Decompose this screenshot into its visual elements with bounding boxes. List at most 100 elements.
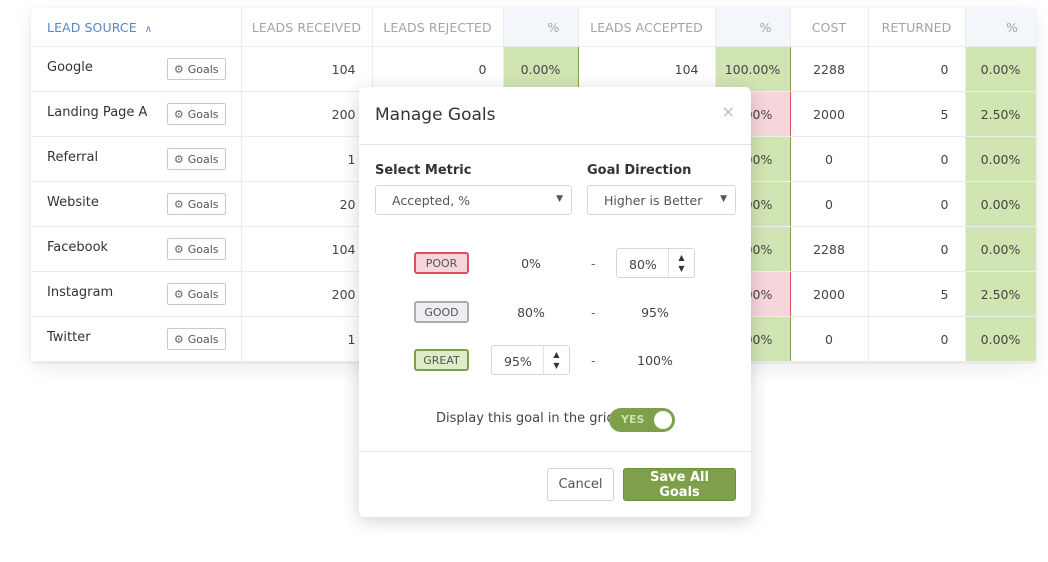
gear-icon: ⚙: [173, 197, 184, 211]
toggle-state-label: YES: [621, 413, 645, 426]
footer-divider: [359, 451, 751, 452]
gear-icon: ⚙: [173, 287, 184, 301]
display-in-grid-label: Display this goal in the grid: [436, 411, 615, 426]
column-header-cost[interactable]: Cost: [789, 8, 869, 47]
chevron-up-icon: ∧: [144, 23, 153, 35]
cell-leads-received: 200: [240, 91, 373, 137]
column-header-rejected-pct[interactable]: %: [502, 8, 579, 47]
select-metric-dropdown[interactable]: Accepted, % ▼: [375, 185, 572, 215]
cell-rejected-pct: 0.00%: [502, 46, 579, 92]
column-header-lead-source[interactable]: Lead Source ∧: [31, 8, 242, 47]
stepper-up-icon[interactable]: ▲: [553, 349, 559, 360]
tier-badge-poor: Poor: [414, 252, 469, 274]
tier-poor-from: 0%: [521, 256, 541, 271]
cell-cost: 2288: [789, 226, 869, 272]
tier-poor-to-stepper[interactable]: 80% ▲ ▼: [616, 248, 695, 278]
close-icon[interactable]: ×: [722, 102, 735, 121]
stepper-down-icon[interactable]: ▼: [553, 360, 559, 371]
cell-returned: 0: [867, 181, 966, 227]
goals-button-label: Goals: [187, 287, 219, 301]
cell-cost: 0: [789, 136, 869, 182]
goal-direction-dropdown[interactable]: Higher is Better ▼: [587, 185, 736, 215]
cell-returned: 5: [867, 271, 966, 317]
cancel-button[interactable]: Cancel: [547, 468, 614, 501]
goals-button-label: Goals: [187, 62, 219, 76]
column-header-accepted-pct[interactable]: %: [714, 8, 791, 47]
goals-button[interactable]: ⚙ Goals: [166, 238, 226, 260]
cell-lead-source: Facebook ⚙ Goals: [31, 226, 242, 272]
gear-icon: ⚙: [173, 332, 184, 346]
gear-icon: ⚙: [173, 107, 184, 121]
column-header-returned[interactable]: Returned: [867, 8, 966, 47]
goal-direction-label: Goal Direction: [587, 163, 692, 178]
cell-returned: 0: [867, 316, 966, 362]
lead-source-name: Website: [47, 195, 99, 210]
tier-badge-great: Great: [414, 349, 469, 371]
tier-great-from-stepper[interactable]: 95% ▲ ▼: [491, 345, 570, 375]
tier-good-to: 95%: [641, 305, 669, 320]
column-header-leads-received[interactable]: Leads Received: [240, 8, 373, 47]
goal-direction-value: Higher is Better: [604, 192, 703, 208]
goals-button-label: Goals: [187, 197, 219, 211]
manage-goals-modal: Manage Goals × Select Metric Accepted, %…: [359, 87, 751, 517]
range-separator: -: [591, 353, 596, 368]
goals-button[interactable]: ⚙ Goals: [166, 283, 226, 305]
cell-returned-pct: 2.50%: [964, 91, 1036, 137]
goals-button[interactable]: ⚙ Goals: [166, 148, 226, 170]
goals-button[interactable]: ⚙ Goals: [166, 193, 226, 215]
goals-button-label: Goals: [187, 332, 219, 346]
dropdown-arrow-icon: ▼: [720, 194, 727, 204]
gear-icon: ⚙: [173, 62, 184, 76]
goals-button-label: Goals: [187, 242, 219, 256]
lead-source-name: Facebook: [47, 240, 109, 255]
goals-button-label: Goals: [187, 107, 219, 121]
cell-lead-source: Twitter ⚙ Goals: [31, 316, 242, 362]
stepper-arrows: ▲ ▼: [668, 249, 694, 277]
stepper-up-icon[interactable]: ▲: [678, 252, 684, 263]
select-metric-value: Accepted, %: [392, 192, 471, 208]
cell-returned: 0: [867, 136, 966, 182]
stepper-arrows: ▲ ▼: [543, 346, 569, 374]
cell-lead-source: Website ⚙ Goals: [31, 181, 242, 227]
stepper-down-icon[interactable]: ▼: [678, 263, 684, 274]
range-separator: -: [591, 256, 596, 271]
gear-icon: ⚙: [173, 152, 184, 166]
save-all-goals-button[interactable]: Save All Goals: [623, 468, 736, 501]
cell-leads-received: 104: [240, 226, 373, 272]
cell-returned: 0: [867, 226, 966, 272]
cell-leads-accepted: 104: [577, 46, 716, 92]
tier-great-from-value: 95%: [504, 354, 532, 369]
modal-title: Manage Goals: [375, 105, 496, 125]
select-metric-label: Select Metric: [375, 163, 472, 178]
display-in-grid-toggle[interactable]: YES: [609, 408, 675, 432]
cell-cost: 0: [789, 316, 869, 362]
cell-leads-received: 20: [240, 181, 373, 227]
dropdown-arrow-icon: ▼: [556, 194, 563, 204]
cell-returned-pct: 0.00%: [964, 316, 1036, 362]
cell-returned-pct: 0.00%: [964, 226, 1036, 272]
cell-returned: 5: [867, 91, 966, 137]
cell-leads-received: 104: [240, 46, 373, 92]
cell-lead-source: Referral ⚙ Goals: [31, 136, 242, 182]
table-header-row: Lead Source ∧ Leads Received Leads Reject…: [31, 8, 1036, 47]
cell-leads-received: 1: [240, 316, 373, 362]
cell-lead-source: Landing Page A ⚙ Goals: [31, 91, 242, 137]
goals-button[interactable]: ⚙ Goals: [166, 58, 226, 80]
tier-poor-to-value: 80%: [629, 257, 657, 272]
lead-source-name: Instagram: [47, 285, 114, 300]
column-header-returned-pct[interactable]: %: [964, 8, 1036, 47]
goals-button[interactable]: ⚙ Goals: [166, 103, 226, 125]
cell-returned: 0: [867, 46, 966, 92]
cell-leads-received: 1: [240, 136, 373, 182]
cell-cost: 2288: [789, 46, 869, 92]
cell-returned-pct: 0.00%: [964, 46, 1036, 92]
lead-source-name: Google: [47, 60, 93, 75]
lead-source-name: Twitter: [47, 330, 91, 345]
goals-button-label: Goals: [187, 152, 219, 166]
cell-returned-pct: 0.00%: [964, 136, 1036, 182]
goals-button[interactable]: ⚙ Goals: [166, 328, 226, 350]
tier-great-to: 100%: [637, 353, 673, 368]
column-header-leads-accepted[interactable]: Leads Accepted: [577, 8, 716, 47]
column-header-leads-rejected[interactable]: Leads Rejected: [371, 8, 504, 47]
table-row: Google ⚙ Goals 104 0 0.00% 104 100.00% 2288 0 0.00…: [31, 46, 1036, 92]
